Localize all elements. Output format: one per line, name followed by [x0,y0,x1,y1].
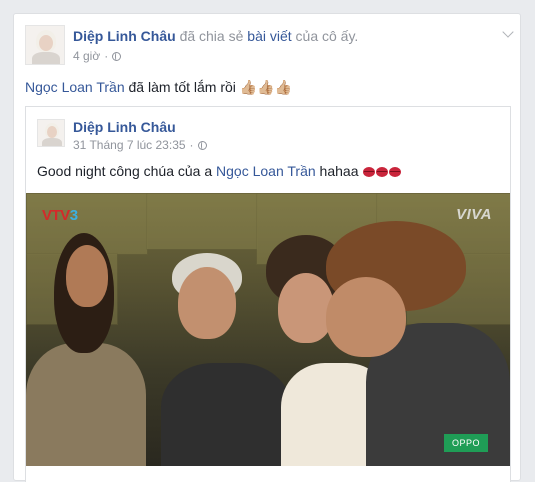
vtv3-logo: VTV3 [42,207,78,224]
post-message: Ngọc Loan Trần đã làm tốt lắm rồi 👍🏼👍🏼👍🏼 [25,79,292,95]
shared-post-link[interactable]: bài viết [247,28,291,44]
share-action-text: đã chia sẻ [179,28,244,44]
shared-post[interactable]: Diệp Linh Châu 31 Tháng 7 lúc 23:35 · Go… [25,106,511,482]
chevron-down-icon[interactable] [502,26,514,38]
globe-icon [112,51,122,61]
post-timestamp[interactable]: 4 giờ [73,49,100,63]
shared-author-avatar[interactable] [37,119,65,147]
shared-meta: 31 Tháng 7 lúc 23:35 · [73,138,207,152]
shared-author-name[interactable]: Diệp Linh Châu [73,119,176,135]
shared-timestamp[interactable]: 31 Tháng 7 lúc 23:35 [73,138,186,152]
globe-icon [197,140,207,150]
mention-link[interactable]: Ngọc Loan Trần [25,79,125,95]
post-card: Diệp Linh Châu đã chia sẻ bài viết của c… [13,13,521,482]
author-name[interactable]: Diệp Linh Châu [73,28,176,44]
kiss-mark-icon [362,163,402,179]
thumbs-up-icon: 👍🏼👍🏼👍🏼 [239,79,293,95]
shared-text-prefix: Good night công chúa của a [37,163,213,179]
author-avatar[interactable] [25,25,65,65]
post-meta: 4 giờ · [73,49,122,63]
post-header: Diệp Linh Châu đã chia sẻ bài viết của c… [73,28,358,44]
video-player[interactable]: VTV3 VIVA OPPO [26,193,510,466]
oppo-logo: OPPO [444,434,488,452]
viva-logo: VIVA [456,206,492,223]
shared-text: Good night công chúa của a Ngọc Loan Trầ… [37,163,402,179]
post-message-text: đã làm tốt lắm rồi [128,79,236,95]
shared-text-suffix: hahaa [319,163,359,179]
mention-link[interactable]: Ngọc Loan Trần [216,163,316,179]
share-action-suffix: của cô ấy. [295,28,359,44]
